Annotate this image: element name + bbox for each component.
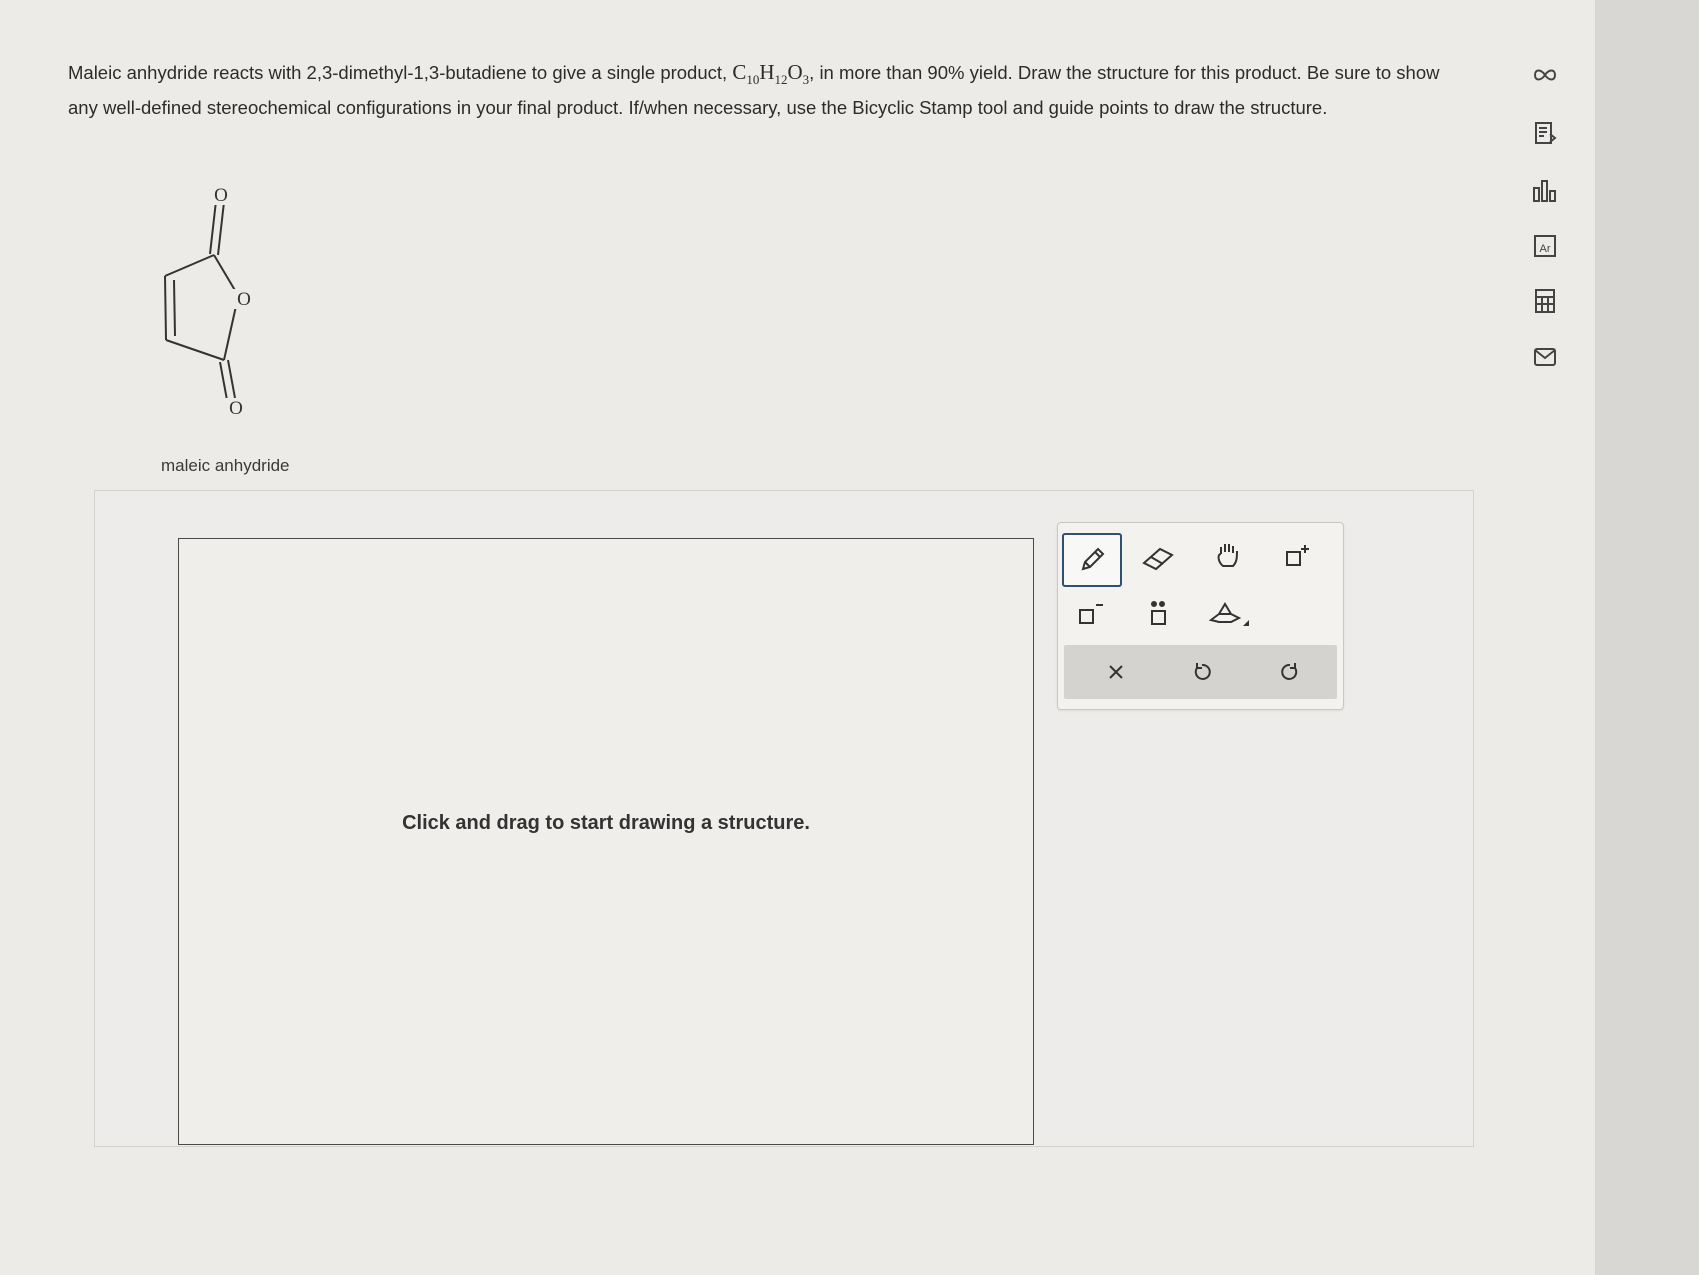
infinity-icon — [1533, 69, 1557, 81]
molecule-caption: maleic anhydride — [161, 456, 290, 475]
page: Maleic anhydride reacts with 2,3-dimethy… — [0, 0, 1595, 1275]
redo-button[interactable] — [1260, 649, 1320, 695]
negative-charge-tool[interactable] — [1062, 589, 1118, 639]
svg-text:Ar: Ar — [1540, 243, 1551, 255]
reading-icon — [1535, 122, 1557, 144]
atom-label-o-bottom: O — [229, 398, 243, 419]
mail-button[interactable] — [1530, 342, 1560, 372]
maleic-anhydride-structure: O O O — [164, 185, 255, 419]
background-strip — [1595, 0, 1699, 1275]
clear-icon — [1109, 665, 1123, 679]
undo-button[interactable] — [1172, 649, 1232, 695]
drawing-canvas[interactable]: Click and drag to start drawing a struct… — [178, 538, 1034, 1145]
undo-icon — [1194, 663, 1211, 680]
question-text: Maleic anhydride reacts with 2,3-dimethy… — [68, 58, 1468, 122]
negative-charge-icon — [1079, 604, 1103, 624]
infinity-button[interactable] — [1530, 60, 1560, 90]
pencil-icon — [1081, 547, 1105, 571]
canvas-hint: Click and drag to start drawing a struct… — [402, 812, 810, 834]
pencil-tool[interactable] — [1062, 533, 1122, 587]
bicyclic-stamp-icon — [1208, 602, 1249, 626]
atom-label-o-top: O — [214, 185, 228, 206]
redo-icon — [1281, 663, 1298, 680]
lone-pair-icon — [1151, 601, 1166, 625]
hand-tool[interactable] — [1200, 531, 1256, 581]
calculator-button[interactable] — [1530, 286, 1560, 316]
hand-icon — [1217, 544, 1238, 567]
chemical-formula: C10H12O3 — [732, 60, 810, 88]
eraser-tool[interactable] — [1130, 533, 1186, 583]
periodic-table-button[interactable]: Ar — [1530, 231, 1560, 261]
chart-icon — [1533, 180, 1556, 202]
periodic-table-icon: Ar — [1534, 235, 1556, 257]
positive-charge-tool[interactable] — [1270, 531, 1326, 581]
reading-button[interactable] — [1530, 118, 1560, 148]
action-bar — [1064, 645, 1337, 699]
chart-button[interactable] — [1530, 176, 1560, 206]
positive-charge-icon — [1286, 545, 1309, 566]
lone-pair-tool[interactable] — [1130, 589, 1186, 639]
mail-icon — [1534, 348, 1556, 366]
clear-button[interactable] — [1086, 649, 1146, 695]
eraser-icon — [1142, 547, 1174, 571]
question-part1: Maleic anhydride reacts with 2,3-dimethy… — [68, 62, 733, 83]
atom-label-o-ring: O — [237, 289, 251, 310]
drawing-toolbar — [1057, 522, 1344, 710]
calculator-icon — [1535, 289, 1555, 313]
bicyclic-stamp-tool[interactable] — [1200, 589, 1256, 639]
